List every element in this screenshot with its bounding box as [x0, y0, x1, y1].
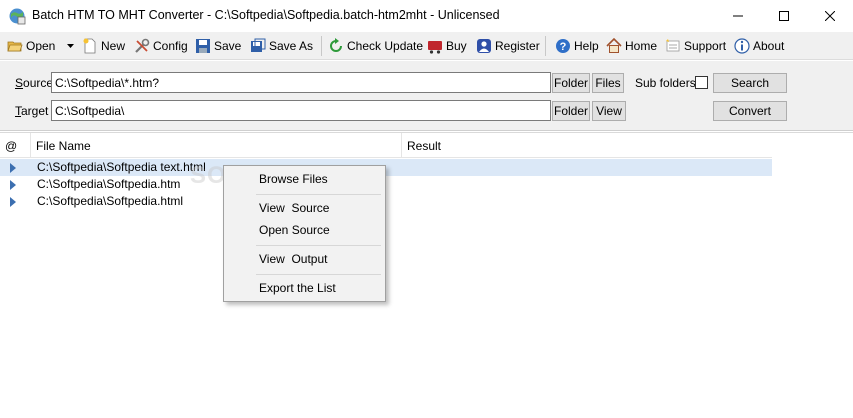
source-files-button[interactable]: Files	[592, 73, 624, 93]
table-row[interactable]: C:\Softpedia\Softpedia text.html	[0, 159, 772, 176]
register-label: Register	[495, 39, 540, 53]
buy-button[interactable]: Buy	[427, 36, 467, 56]
table-row[interactable]: C:\Softpedia\Softpedia.htm	[0, 176, 772, 193]
row-arrow-icon	[10, 180, 16, 190]
minimize-icon	[733, 15, 743, 17]
support-button[interactable]: Support	[665, 36, 726, 56]
minimize-button[interactable]	[715, 0, 761, 32]
menu-separator	[256, 194, 381, 195]
target-input[interactable]	[51, 100, 551, 121]
menu-item-browse-files[interactable]: Browse Files	[226, 168, 383, 190]
save-as-icon	[251, 38, 266, 52]
toolbar-separator	[545, 36, 546, 56]
open-dropdown-button[interactable]	[66, 36, 78, 56]
row-arrow-icon	[10, 197, 16, 207]
help-label: Help	[574, 39, 599, 53]
help-button[interactable]: ? Help	[555, 36, 599, 56]
support-icon	[666, 39, 680, 52]
dropdown-arrow-icon	[67, 44, 74, 48]
new-label: New	[101, 39, 126, 53]
shopping-cart-icon	[428, 41, 442, 54]
user-badge-icon	[477, 39, 491, 53]
close-icon	[825, 11, 835, 21]
column-header-marker[interactable]: @	[0, 133, 31, 158]
open-button[interactable]: Open	[7, 36, 55, 56]
toolbar: Open New Config Save Save As Check Updat…	[0, 32, 853, 60]
config-button[interactable]: Config	[134, 36, 188, 56]
new-button[interactable]: New	[82, 36, 125, 56]
window-title: Batch HTM TO MHT Converter - C:\Softpedi…	[32, 8, 500, 22]
about-button[interactable]: About	[734, 36, 784, 56]
row-file-name: C:\Softpedia\Softpedia.htm	[37, 177, 181, 191]
floppy-disk-icon	[196, 39, 210, 53]
tools-icon	[135, 38, 150, 53]
app-icon	[9, 8, 26, 25]
context-menu: Browse Files View Source Open Source Vie…	[223, 165, 386, 302]
search-button[interactable]: Search	[713, 73, 787, 93]
buy-label: Buy	[446, 39, 467, 53]
source-folder-button[interactable]: Folder	[552, 73, 590, 93]
source-input[interactable]	[51, 72, 551, 93]
table-row[interactable]: C:\Softpedia\Softpedia.html	[0, 193, 772, 210]
toolbar-separator	[321, 36, 322, 56]
refresh-icon	[330, 38, 342, 52]
help-icon: ?	[556, 39, 570, 53]
maximize-button[interactable]	[761, 0, 807, 32]
title-bar: Batch HTM TO MHT Converter - C:\Softpedi…	[0, 0, 853, 32]
row-file-name: C:\Softpedia\Softpedia.html	[37, 194, 184, 208]
check-update-button[interactable]: Check Update	[328, 36, 423, 56]
folder-open-icon	[7, 41, 23, 52]
menu-separator	[256, 245, 381, 246]
maximize-icon	[779, 11, 789, 21]
source-label: Source	[15, 76, 54, 90]
convert-button[interactable]: Convert	[713, 101, 787, 121]
row-file-name: C:\Softpedia\Softpedia text.html	[37, 160, 206, 174]
check-update-label: Check Update	[347, 39, 424, 53]
config-label: Config	[153, 39, 188, 53]
column-header-result[interactable]: Result	[402, 133, 772, 158]
menu-item-view-output[interactable]: View Output	[226, 248, 383, 270]
save-as-button[interactable]: Save As	[250, 36, 313, 56]
target-view-button[interactable]: View	[592, 101, 626, 121]
save-label: Save	[214, 39, 242, 53]
list-header: @ File Name Result	[0, 133, 772, 158]
register-button[interactable]: Register	[476, 36, 540, 56]
subfolders-checkbox[interactable]	[695, 76, 708, 89]
path-panel: Source Folder Files Sub folders Search T…	[0, 61, 853, 131]
info-icon	[734, 38, 750, 54]
home-label: Home	[625, 39, 658, 53]
save-as-label: Save As	[269, 39, 314, 53]
about-label: About	[753, 39, 785, 53]
close-button[interactable]	[807, 0, 853, 32]
svg-text:?: ?	[560, 41, 567, 53]
home-button[interactable]: Home	[606, 36, 657, 56]
file-list[interactable]: @ File Name Result C:\Softpedia\Softpedi…	[0, 132, 853, 418]
subfolders-label: Sub folders	[635, 76, 696, 90]
menu-separator	[256, 274, 381, 275]
target-label: Target	[15, 104, 49, 118]
row-arrow-icon	[10, 163, 16, 173]
menu-item-view-source[interactable]: View Source	[226, 197, 383, 219]
menu-item-open-source[interactable]: Open Source	[226, 219, 383, 241]
open-label: Open	[26, 39, 56, 53]
column-header-file-name[interactable]: File Name	[31, 133, 402, 158]
menu-item-export-list[interactable]: Export the List	[226, 277, 383, 299]
save-button[interactable]: Save	[195, 36, 241, 56]
support-label: Support	[684, 39, 727, 53]
target-folder-button[interactable]: Folder	[552, 101, 590, 121]
home-icon	[606, 38, 622, 53]
new-document-icon	[83, 38, 96, 54]
